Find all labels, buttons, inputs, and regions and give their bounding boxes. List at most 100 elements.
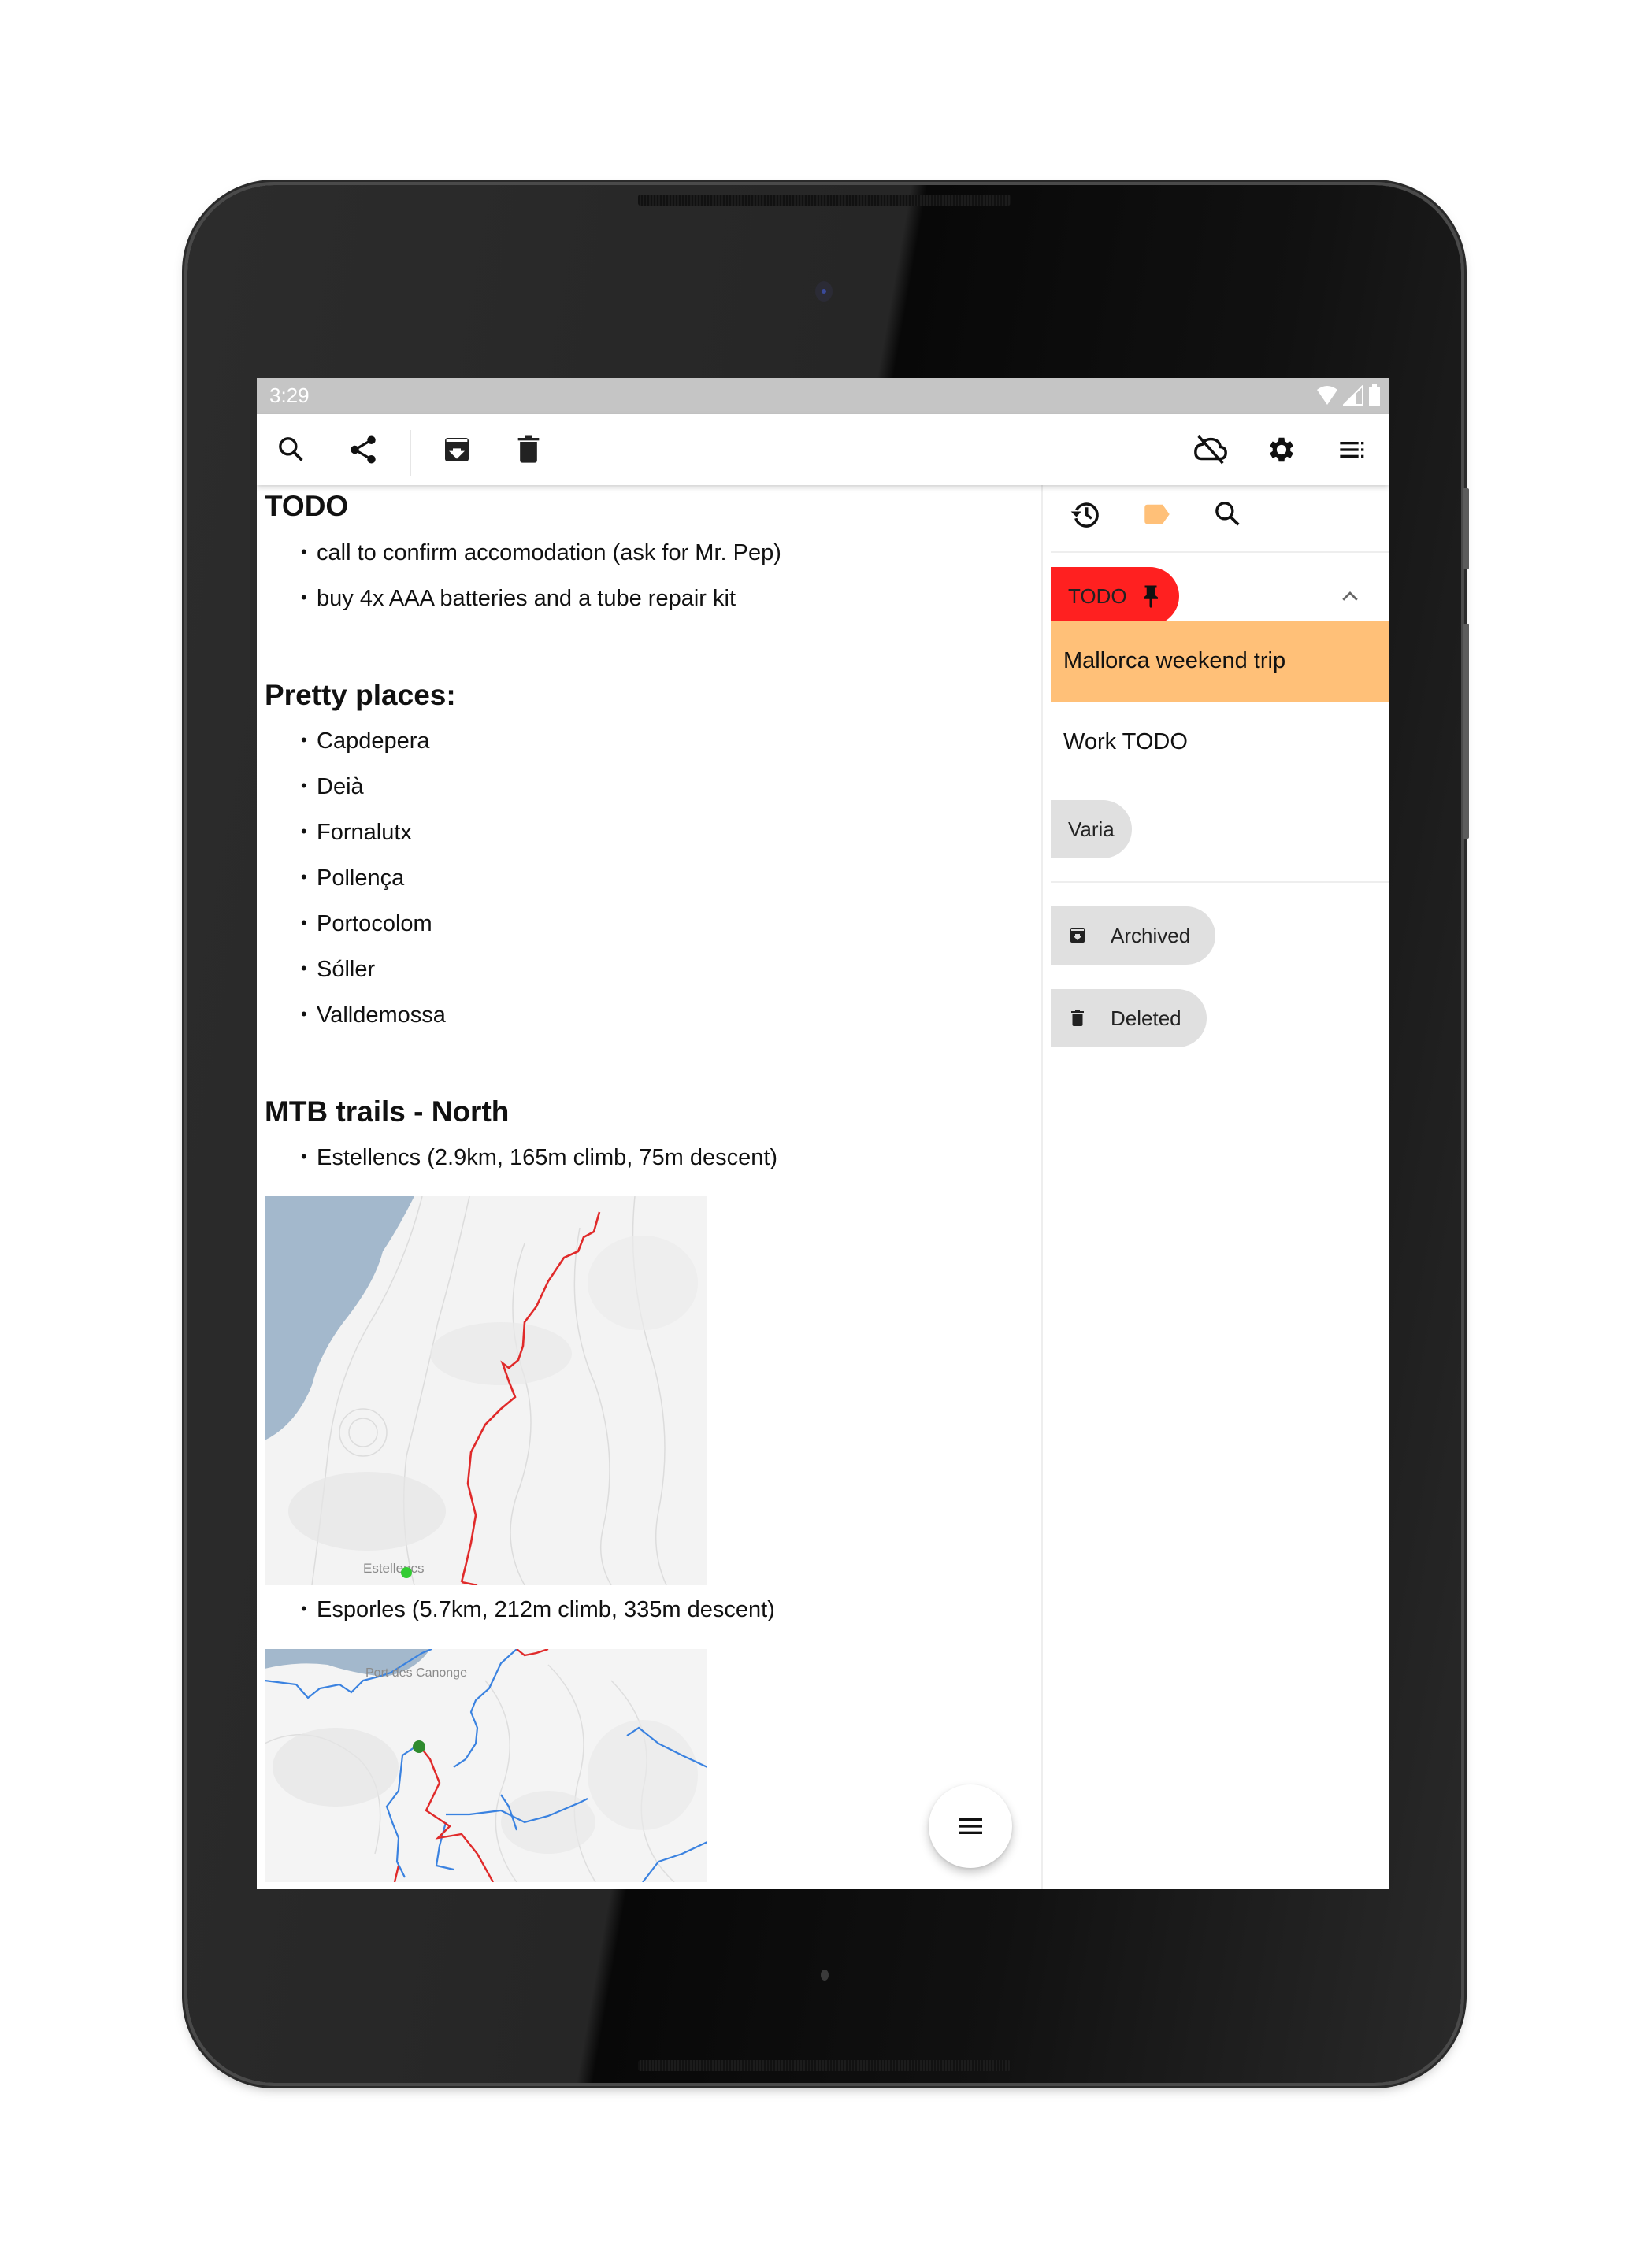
sidebar-search-button[interactable] <box>1206 492 1250 536</box>
list-item-text: buy 4x AAA batteries and a tube repair k… <box>317 586 736 611</box>
front-camera <box>815 281 833 302</box>
list-item-text: Estellencs (2.9km, 165m climb, 75m desce… <box>317 1145 778 1170</box>
trail-map-image[interactable]: Estellencs <box>265 1196 707 1585</box>
battery-icon <box>1369 384 1380 406</box>
list-item-text: Valldemossa <box>317 1002 446 1028</box>
deleted-button[interactable]: Deleted <box>1051 989 1207 1047</box>
list-item: • Pollença <box>301 865 404 891</box>
collapse-button[interactable] <box>1333 580 1367 614</box>
notes-sidebar: TODO Mallorca weekend trip Work TODO Var… <box>1041 485 1389 1889</box>
sync-button[interactable] <box>1192 431 1230 469</box>
bullet: • <box>301 821 307 841</box>
toolbar-separator <box>410 430 411 476</box>
cell-signal-icon <box>1343 385 1363 406</box>
list-item-text: Fornalutx <box>317 820 412 845</box>
search-icon <box>1215 502 1240 526</box>
fab-menu-button[interactable] <box>929 1784 1012 1868</box>
archived-label: Archived <box>1111 923 1191 947</box>
pinned-chip-label: TODO <box>1068 584 1127 608</box>
bullet: • <box>301 1004 307 1024</box>
bullet: • <box>301 1147 307 1166</box>
list-item-text: Deià <box>317 774 364 799</box>
chip-varia[interactable]: Varia <box>1051 800 1132 858</box>
pinned-chip-todo[interactable]: TODO <box>1051 567 1179 625</box>
list-item: • Deià <box>301 774 364 800</box>
share-button[interactable] <box>344 431 382 469</box>
list-item-text: Portocolom <box>317 911 432 936</box>
volume-button <box>1463 624 1469 839</box>
sidebar-note-work-todo[interactable]: Work TODO <box>1051 702 1389 783</box>
search-icon <box>279 437 303 461</box>
sidebar-note-mallorca-weekend-trip[interactable]: Mallorca weekend trip <box>1051 621 1389 702</box>
list-menu-icon <box>1340 442 1364 458</box>
bottom-speaker-grille <box>638 2060 1011 2071</box>
bullet: • <box>301 776 307 795</box>
history-icon <box>1070 502 1099 528</box>
note-heading: TODO <box>265 490 349 522</box>
top-speaker-grille <box>638 195 1011 206</box>
power-button <box>1463 488 1469 569</box>
archived-button[interactable]: Archived <box>1051 906 1216 965</box>
list-item: • buy 4x AAA batteries and a tube repair … <box>301 586 736 612</box>
list-menu-button[interactable] <box>1334 431 1372 469</box>
map-place-label: Port des Canonge <box>365 1666 467 1680</box>
esporles-map: Port des Canonge <box>265 1649 707 1882</box>
list-item: • Esporles (5.7km, 212m climb, 335m desce… <box>301 1597 775 1623</box>
label-icon <box>1144 504 1170 524</box>
archive-icon <box>1070 928 1085 943</box>
map-place-label: Estellencs <box>363 1561 424 1576</box>
bottom-microphone <box>821 1970 829 1981</box>
bullet: • <box>301 730 307 750</box>
archive-button[interactable] <box>438 431 476 469</box>
share-icon <box>351 435 376 464</box>
wifi-icon <box>1317 386 1337 405</box>
menu-icon <box>959 1818 982 1834</box>
history-button[interactable] <box>1063 492 1107 536</box>
bullet: • <box>301 913 307 932</box>
cloud-off-icon <box>1194 435 1227 465</box>
list-item-text: call to confirm accomodation (ask for Mr… <box>317 540 781 565</box>
estellencs-map: Estellencs <box>265 1196 707 1585</box>
chip-label: Varia <box>1068 817 1115 841</box>
delete-icon <box>1071 1010 1084 1026</box>
chevron-up-icon <box>1342 591 1358 601</box>
delete-icon <box>517 435 540 463</box>
list-item-text: Sóller <box>317 957 376 982</box>
settings-gear-icon <box>1270 437 1293 462</box>
sidebar-divider <box>1051 551 1389 553</box>
trail-map-image[interactable]: Port des Canonge <box>265 1649 707 1882</box>
settings-button[interactable] <box>1263 431 1300 469</box>
list-item: • call to confirm accomodation (ask for M… <box>301 540 781 566</box>
sidebar-divider <box>1051 881 1389 883</box>
note-heading: Pretty places: <box>265 679 456 711</box>
bullet: • <box>301 958 307 978</box>
bullet: • <box>301 867 307 887</box>
note-title: Work TODO <box>1063 729 1188 754</box>
list-item-text: Capdepera <box>317 728 430 754</box>
labels-button[interactable] <box>1135 492 1179 536</box>
list-item: • Valldemossa <box>301 1002 446 1028</box>
bullet: • <box>301 542 307 561</box>
bullet: • <box>301 587 307 607</box>
trail-start-marker <box>401 1567 412 1578</box>
deleted-label: Deleted <box>1111 1006 1181 1030</box>
note-heading: MTB trails - North <box>265 1095 510 1128</box>
note-editor[interactable]: TODO • call to confirm accomodation (ask … <box>257 485 1041 1889</box>
list-item: • Portocolom <box>301 911 432 937</box>
list-item: • Estellencs (2.9km, 165m climb, 75m desc… <box>301 1145 777 1171</box>
note-title: Mallorca weekend trip <box>1063 648 1286 673</box>
note-toolbar <box>257 414 1389 485</box>
status-time: 3:29 <box>269 384 310 407</box>
trail-start-marker <box>413 1740 425 1753</box>
delete-button[interactable] <box>510 431 547 469</box>
list-item: • Sóller <box>301 957 375 983</box>
archive-icon <box>445 438 469 461</box>
list-item-text: Esporles (5.7km, 212m climb, 335m descen… <box>317 1597 775 1622</box>
list-item: • Capdepera <box>301 728 430 754</box>
search-button[interactable] <box>273 431 310 469</box>
bullet: • <box>301 1599 307 1618</box>
list-item: • Fornalutx <box>301 820 412 846</box>
pin-icon <box>1143 585 1158 608</box>
app-screen: 3:29 TODO • call to confirm accomodation… <box>257 378 1389 1889</box>
status-bar: 3:29 <box>257 378 1389 414</box>
